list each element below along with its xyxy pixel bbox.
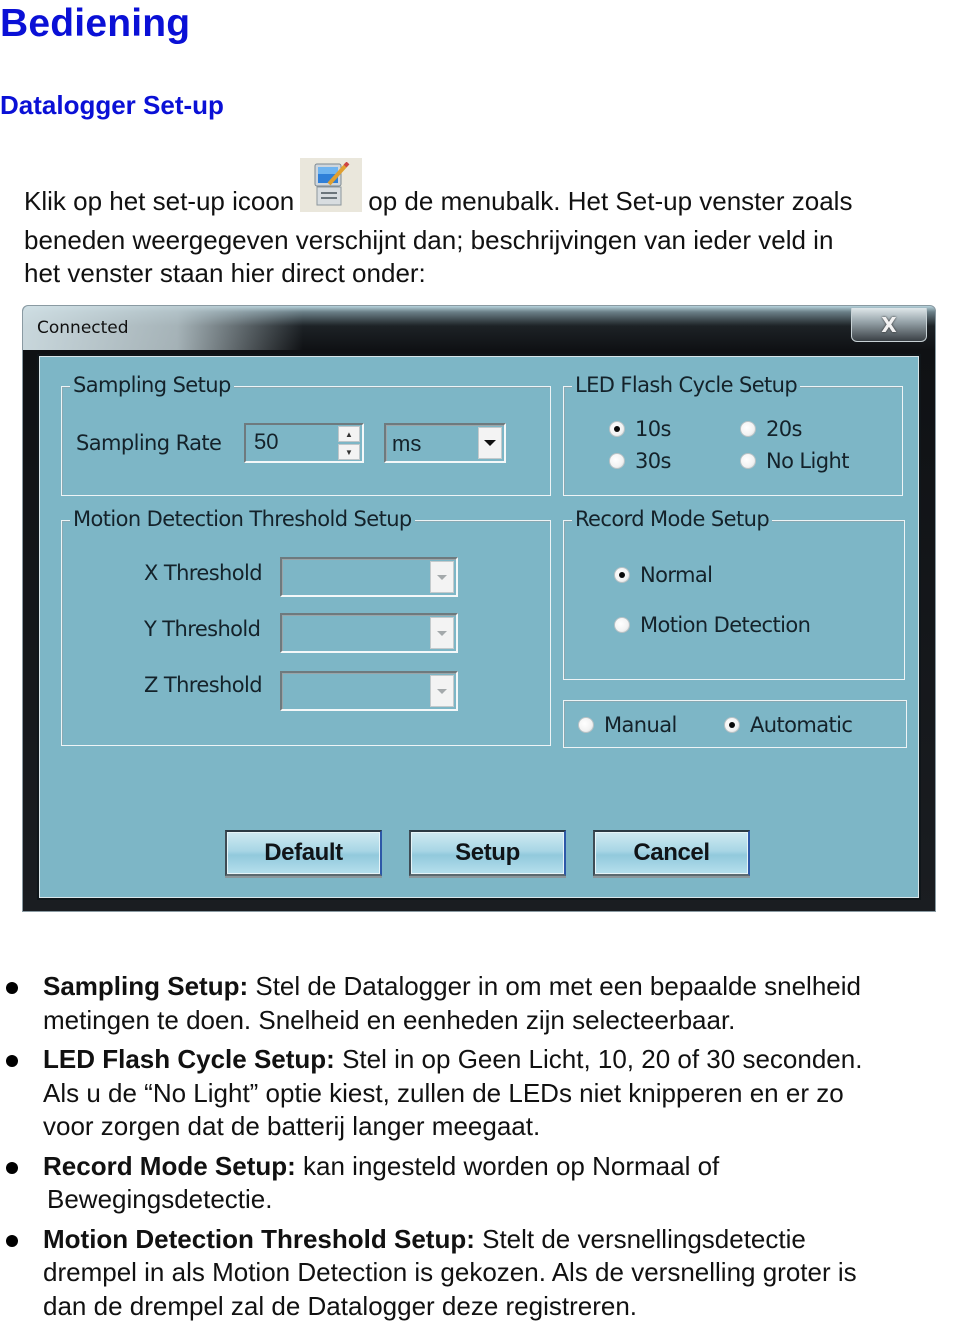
- radio-unselected-icon[interactable]: [614, 617, 630, 633]
- list-item-motion-threshold: Motion Detection Threshold Setup: Stelt …: [0, 1223, 960, 1324]
- intro-line-1: Klik op het set-up icoon op de menubalk.…: [24, 158, 959, 224]
- bullet-text: voor zorgen dat de batterij langer meega…: [43, 1111, 541, 1141]
- led-option-label: 30s: [635, 449, 671, 473]
- motion-threshold-label: Motion Detection Threshold Setup: [70, 507, 415, 531]
- bullet-term: Record Mode Setup:: [43, 1150, 296, 1181]
- led-radio-30s[interactable]: 30s: [609, 449, 671, 473]
- y-threshold-dropdown[interactable]: [280, 613, 458, 653]
- radio-unselected-icon[interactable]: [578, 717, 594, 733]
- x-threshold-dropdown[interactable]: [280, 557, 458, 597]
- chevron-down-icon: [437, 688, 447, 694]
- bullet-text: dan de drempel zal de Datalogger deze re…: [43, 1290, 638, 1321]
- start-mode-group: Manual Automatic: [563, 700, 907, 748]
- close-button[interactable]: X: [851, 308, 927, 342]
- led-radio-no-light[interactable]: No Light: [740, 449, 849, 473]
- setup-dialog-window: Connected X Sampling Setup Sampling Rate…: [22, 305, 936, 912]
- bullet-text: Stel in op Geen Licht, 10, 20 of 30 seco…: [334, 1044, 863, 1074]
- start-option-label: Manual: [604, 713, 677, 737]
- start-option-label: Automatic: [750, 713, 853, 737]
- radio-selected-icon[interactable]: [724, 717, 740, 733]
- setup-computer-pencil-icon: [300, 158, 363, 212]
- sampling-setup-label: Sampling Setup: [70, 373, 234, 397]
- led-flash-cycle-group: LED Flash Cycle Setup 10s 20s 30s No Lig…: [563, 373, 903, 496]
- led-option-label: 20s: [766, 417, 802, 441]
- page-heading: Bediening: [0, 2, 191, 45]
- cancel-button[interactable]: Cancel: [593, 830, 750, 876]
- radio-selected-icon[interactable]: [614, 567, 630, 583]
- record-option-label: Normal: [640, 563, 713, 587]
- bullet-text: Stel de Datalogger in om met een bepaald…: [248, 971, 861, 1001]
- cancel-button-label: Cancel: [633, 839, 710, 866]
- setup-button-label: Setup: [455, 839, 520, 866]
- intro-text-before-icon: Klik op het set-up icoon: [24, 186, 295, 216]
- dropdown-arrow-button[interactable]: [478, 427, 502, 459]
- dropdown-arrow-button[interactable]: [430, 675, 454, 707]
- radio-unselected-icon[interactable]: [740, 453, 756, 469]
- sampling-unit-value: ms: [392, 431, 422, 456]
- led-radio-20s[interactable]: 20s: [740, 417, 802, 441]
- bullet-icon: [6, 1055, 18, 1067]
- led-option-label: 10s: [635, 417, 671, 441]
- z-threshold-label: Z Threshold: [144, 673, 263, 697]
- chevron-down-icon: [437, 630, 447, 636]
- chevron-down-icon: [484, 440, 496, 446]
- intro-line-2: beneden weergegeven verschijnt dan; besc…: [24, 225, 834, 255]
- led-radio-10s[interactable]: 10s: [609, 417, 671, 441]
- bullet-icon: [6, 1161, 18, 1174]
- dropdown-arrow-button[interactable]: [430, 617, 454, 649]
- setup-button[interactable]: Setup: [409, 830, 566, 876]
- sampling-rate-label: Sampling Rate: [76, 431, 222, 455]
- led-option-label: No Light: [766, 449, 849, 473]
- sampling-unit-dropdown[interactable]: ms: [384, 423, 506, 463]
- spinner-up-arrow-icon[interactable]: ▲: [338, 426, 360, 442]
- default-button[interactable]: Default: [225, 830, 382, 876]
- bullet-term: Sampling Setup:: [43, 971, 249, 1001]
- bullet-text: drempel in als Motion Detection is gekoz…: [43, 1257, 857, 1287]
- bullet-text: Bewegingsdetectie.: [47, 1184, 273, 1214]
- record-option-label: Motion Detection: [640, 613, 811, 637]
- start-radio-automatic[interactable]: Automatic: [724, 713, 853, 737]
- dropdown-arrow-button[interactable]: [430, 561, 454, 593]
- bullet-icon: [6, 982, 18, 994]
- z-threshold-dropdown[interactable]: [280, 671, 458, 711]
- default-button-label: Default: [264, 839, 343, 866]
- led-flash-cycle-label: LED Flash Cycle Setup: [572, 373, 801, 397]
- bullet-term: LED Flash Cycle Setup:: [43, 1044, 335, 1074]
- dialog-client-area: Sampling Setup Sampling Rate 50 ▲ ▼ ms L…: [37, 354, 921, 900]
- intro-text-after-icon: op de menubalk. Het Set-up venster zoals: [368, 186, 853, 216]
- sampling-rate-value[interactable]: 50: [254, 429, 278, 455]
- list-item-led-flash-cycle: LED Flash Cycle Setup: Stel in op Geen L…: [0, 1043, 960, 1144]
- list-item-record-mode: Record Mode Setup: kan ingesteld worden …: [0, 1150, 960, 1217]
- radio-selected-icon[interactable]: [609, 421, 625, 437]
- bullet-text: Als u de “No Light” optie kiest, zullen …: [43, 1077, 844, 1108]
- window-title: Connected: [37, 318, 129, 338]
- bullet-icon: [6, 1234, 18, 1247]
- radio-unselected-icon[interactable]: [609, 453, 625, 469]
- motion-threshold-group: Motion Detection Threshold Setup X Thres…: [61, 507, 551, 746]
- start-radio-manual[interactable]: Manual: [578, 713, 677, 737]
- sampling-rate-spinner[interactable]: 50 ▲ ▼: [244, 423, 364, 463]
- bullet-text: kan ingesteld worden op Normaal of: [295, 1150, 720, 1181]
- record-mode-group: Record Mode Setup Normal Motion Detectio…: [563, 507, 905, 680]
- intro-line-3: het venster staan hier direct onder:: [24, 258, 426, 288]
- intro-paragraph: Klik op het set-up icoon op de menubalk.…: [24, 158, 959, 290]
- x-threshold-label: X Threshold: [144, 561, 263, 585]
- chevron-down-icon: [437, 574, 447, 580]
- description-list: Sampling Setup: Stel de Datalogger in om…: [0, 970, 960, 1328]
- close-icon: X: [881, 312, 897, 337]
- record-mode-label: Record Mode Setup: [572, 507, 773, 531]
- spinner-down-arrow-icon[interactable]: ▼: [338, 444, 360, 460]
- bullet-text: metingen te doen. Snelheid en eenheden z…: [43, 1004, 736, 1035]
- record-radio-motion-detection[interactable]: Motion Detection: [614, 613, 811, 637]
- bullet-term: Motion Detection Threshold Setup:: [43, 1223, 475, 1254]
- bullet-text: Stelt de versnellingsdetectie: [474, 1223, 806, 1254]
- record-radio-normal[interactable]: Normal: [614, 563, 713, 587]
- sampling-setup-group: Sampling Setup Sampling Rate 50 ▲ ▼ ms: [61, 373, 551, 496]
- radio-unselected-icon[interactable]: [740, 421, 756, 437]
- list-item-sampling-setup: Sampling Setup: Stel de Datalogger in om…: [0, 970, 960, 1037]
- section-heading: Datalogger Set-up: [0, 90, 224, 120]
- y-threshold-label: Y Threshold: [144, 617, 261, 641]
